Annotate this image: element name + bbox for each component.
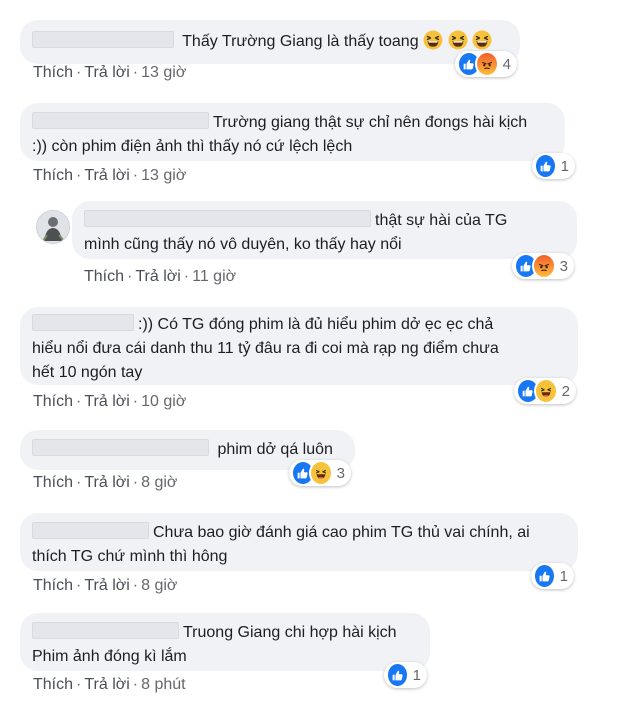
avatar[interactable] [36, 210, 70, 244]
like-link[interactable]: Thích [33, 393, 73, 410]
like-icon [534, 153, 557, 179]
comment-text-line: hiểu nổi đưa cái danh thu 11 tỷ đâu ra đ… [32, 340, 499, 357]
comment-text: phim dở qá luôn [217, 441, 333, 458]
reaction-count: 3 [336, 464, 345, 482]
avatar-image [37, 211, 69, 243]
comment-actions: Thích · Trả lời · 13 giờ [33, 64, 187, 81]
like-link[interactable]: Thích [33, 167, 73, 184]
comment-text-line: Chưa bao giờ đánh giá cao phim TG thủ va… [153, 524, 530, 541]
comment-actions: Thích · Trả lời · 8 phút [33, 676, 186, 693]
reaction-count: 1 [560, 157, 569, 175]
comment-text-line: Phim ảnh đóng kì lắm [32, 648, 187, 665]
reaction-summary[interactable]: 1 [532, 153, 575, 179]
comment-actions: Thích · Trả lời · 8 giờ [33, 474, 178, 491]
like-icon [533, 563, 556, 589]
timestamp[interactable]: 13 giờ [141, 167, 186, 184]
reply-link[interactable]: Trả lời [84, 64, 129, 81]
comment-text-line: thật sự hài của TG [375, 212, 508, 229]
reaction-summary[interactable]: 2 [514, 378, 576, 404]
like-link[interactable]: Thích [33, 64, 73, 81]
comment-text-line: Truong Giang chi hợp hài kịch [183, 624, 397, 641]
comment-text-line: thích TG chứ mình thì hông [32, 548, 228, 565]
angry-icon [474, 51, 499, 77]
blurred-author-name[interactable] [32, 439, 209, 456]
comment-bubble: Trường giang thật sự chỉ nên đongs hài k… [20, 103, 565, 161]
reaction-summary[interactable]: 1 [531, 563, 574, 589]
reaction-count: 4 [502, 55, 511, 73]
timestamp[interactable]: 8 phút [141, 676, 185, 693]
timestamp[interactable]: 11 giờ [192, 268, 236, 285]
reaction-count: 3 [559, 257, 568, 275]
comment-bubble: Truong Giang chi hợp hài kịch Phim ảnh đ… [20, 613, 430, 671]
blurred-author-name[interactable] [32, 31, 174, 48]
like-link[interactable]: Thích [84, 268, 124, 285]
blurred-author-name[interactable] [32, 622, 179, 639]
blurred-author-name[interactable] [32, 112, 209, 129]
reply-link[interactable]: Trả lời [84, 393, 129, 410]
comment-bubble: Chưa bao giờ đánh giá cao phim TG thủ va… [20, 513, 578, 571]
angry-icon [531, 253, 556, 279]
comment-bubble: Thấy Trường Giang là thấy toang [20, 20, 520, 64]
comment-actions: Thích · Trả lời · 8 giờ [33, 577, 178, 594]
reaction-count: 1 [559, 567, 568, 585]
reaction-count: 2 [561, 382, 570, 400]
reaction-summary[interactable]: 3 [512, 253, 574, 279]
like-link[interactable]: Thích [33, 676, 73, 693]
blurred-author-name[interactable] [84, 210, 371, 227]
like-link[interactable]: Thích [33, 577, 73, 594]
timestamp[interactable]: 8 giờ [141, 577, 177, 594]
comment-actions: Thích · Trả lời · 11 giờ [84, 268, 237, 285]
comment-actions: Thích · Trả lời · 10 giờ [33, 393, 187, 410]
comment-bubble: :)) Có TG đóng phim là đủ hiểu phim dở ẹ… [20, 307, 578, 385]
reaction-summary[interactable]: 3 [289, 460, 351, 486]
comment-bubble: thật sự hài của TG mình cũng thấy nó vô … [72, 201, 577, 259]
reaction-summary[interactable]: 1 [384, 662, 427, 688]
reply-link[interactable]: Trả lời [135, 268, 180, 285]
comment-text-line: Trường giang thật sự chỉ nên đongs hài k… [213, 114, 528, 131]
reply-link[interactable]: Trả lời [84, 167, 129, 184]
comment-text: Thấy Trường Giang là thấy toang [182, 33, 419, 50]
reply-link[interactable]: Trả lời [84, 676, 129, 693]
haha-icon [533, 378, 558, 404]
comment-text-line: :)) Có TG đóng phim là đủ hiểu phim dở ẹ… [138, 316, 494, 333]
reply-link[interactable]: Trả lời [84, 577, 129, 594]
blurred-author-name[interactable] [32, 522, 149, 539]
haha-icon [308, 460, 333, 486]
comment-text-line: hết 10 ngón tay [32, 364, 143, 381]
comment-text-line: mình cũng thấy nó vô duyên, ko thấy hay … [84, 236, 402, 253]
comment-actions: Thích · Trả lời · 13 giờ [33, 167, 187, 184]
timestamp[interactable]: 10 giờ [141, 393, 186, 410]
reply-link[interactable]: Trả lời [84, 474, 129, 491]
timestamp[interactable]: 13 giờ [141, 64, 186, 81]
like-link[interactable]: Thích [33, 474, 73, 491]
reaction-summary[interactable]: 4 [455, 51, 517, 77]
blurred-author-name[interactable] [32, 314, 134, 331]
comment-text-line: :)) còn phim điện ảnh thì thấy nó cứ lệc… [32, 138, 353, 155]
like-icon [386, 662, 409, 688]
timestamp[interactable]: 8 giờ [141, 474, 177, 491]
reaction-count: 1 [412, 666, 421, 684]
